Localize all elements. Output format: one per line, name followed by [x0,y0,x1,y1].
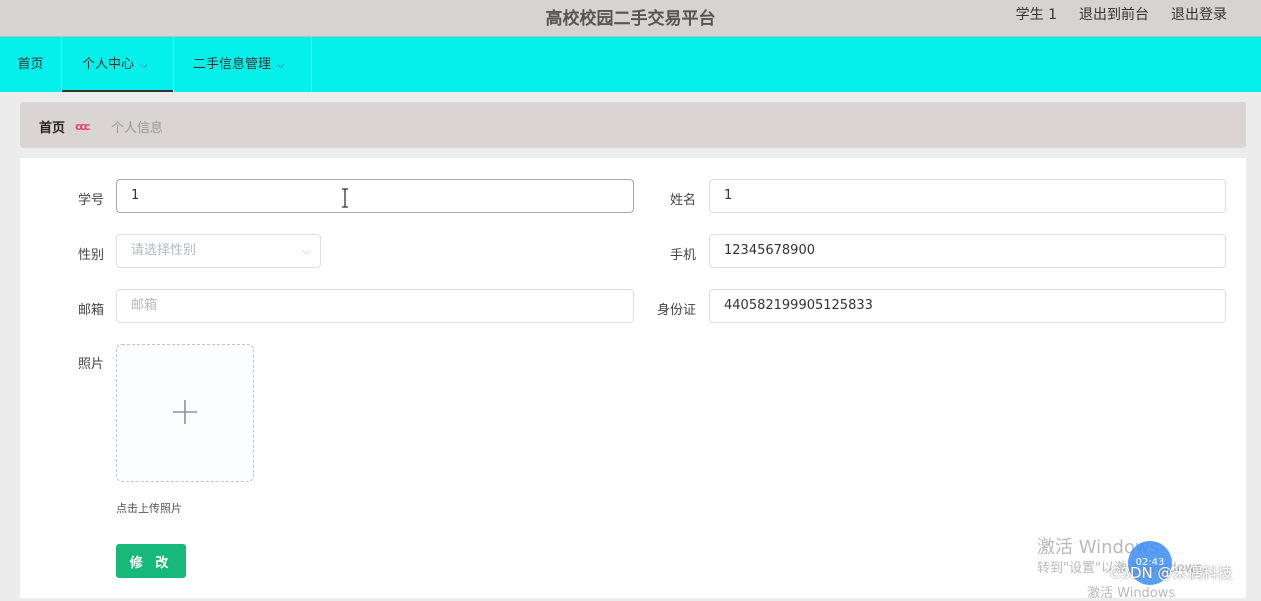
gender-select[interactable]: 请选择性别 ⌵ [116,234,321,268]
gender-placeholder: 请选择性别 [131,243,197,258]
current-user[interactable]: 学生 1 [1016,4,1057,24]
chevron-down-icon: ⌵ [277,60,285,71]
chevron-down-icon: ⌵ [301,244,310,257]
phone-input[interactable]: 12345678900 [709,234,1226,268]
email-label: 邮箱 [77,303,104,318]
breadcrumb-home[interactable]: 首页 [39,117,65,136]
plus-icon [173,400,197,424]
phone-label: 手机 [669,248,696,263]
name-label: 姓名 [669,193,696,208]
photo-upload[interactable] [116,344,254,482]
logout-link[interactable]: 退出登录 [1171,4,1227,24]
student-id-input[interactable]: 1 [116,179,634,213]
chevron-down-icon: ⌵ [140,60,148,71]
nav-item-label: 个人中心 [82,57,135,72]
breadcrumb-current: 个人信息 [111,121,164,136]
nav-item-label: 首页 [17,57,44,72]
photo-label: 照片 [77,357,104,372]
nav-item-secondhand-management[interactable]: 二手信息管理 ⌵ [174,37,312,92]
id-card-input[interactable]: 440582199905125833 [709,289,1226,323]
name-input[interactable]: 1 [709,179,1226,213]
update-button[interactable]: 修 改 [116,544,186,578]
upload-hint: 点击上传照片 [116,502,182,515]
nav-item-label: 二手信息管理 [193,57,272,72]
profile-form: 学号 1 姓名 1 性别 请选择性别 ⌵ 手机 12345678900 邮箱 邮… [20,158,1246,598]
phone-value: 12345678900 [724,243,815,258]
text-cursor-icon [342,188,348,208]
name-value: 1 [724,188,733,203]
student-id-value: 1 [131,188,140,203]
header-actions: 学生 1 退出到前台 退出登录 [1016,4,1227,24]
nav-item-personal-center[interactable]: 个人中心 ⌵ [62,37,174,92]
email-input[interactable]: 邮箱 [116,289,634,323]
exit-to-front-link[interactable]: 退出到前台 [1079,4,1149,24]
nav-item-home[interactable]: 首页 [0,37,62,92]
breadcrumb-separator: ccc [75,120,91,133]
gender-label: 性别 [77,248,104,263]
id-card-label: 身份证 [656,303,696,318]
main-nav: 首页 个人中心 ⌵ 二手信息管理 ⌵ [0,37,1261,92]
email-placeholder: 邮箱 [131,298,158,313]
student-id-label: 学号 [77,193,104,208]
top-header: 高校校园二手交易平台 学生 1 退出到前台 退出登录 [0,0,1261,37]
csdn-watermark: CSDN @米偶科技 [1110,564,1233,582]
id-card-value: 440582199905125833 [724,298,873,313]
breadcrumb: 首页 ccc 个人信息 [20,102,1246,148]
